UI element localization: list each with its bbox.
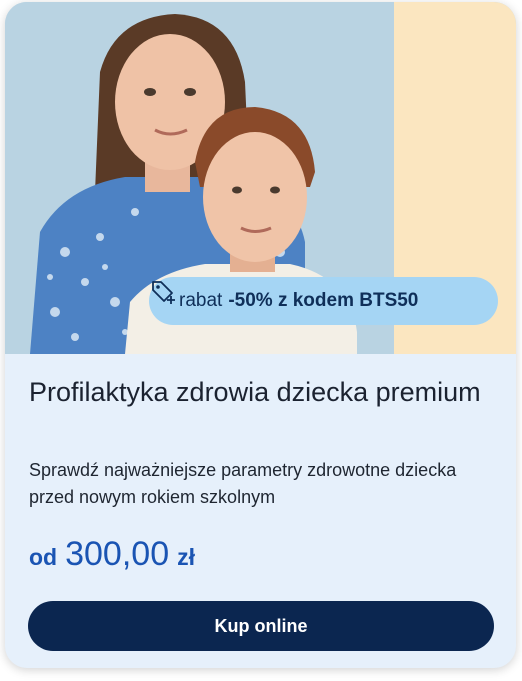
discount-label: rabat bbox=[179, 290, 223, 311]
buy-online-label: Kup online bbox=[214, 615, 308, 636]
discount-badge: rabat -50% z kodem BTS50 bbox=[149, 277, 498, 325]
discount-code: -50% z kodem BTS50 bbox=[228, 290, 419, 311]
product-title: Profilaktyka zdrowia dziecka premium bbox=[29, 377, 481, 407]
tag-plus-icon bbox=[152, 281, 175, 304]
price-currency: zł bbox=[177, 544, 195, 570]
price: od 300,00 zł bbox=[29, 535, 195, 574]
product-card[interactable]: rabat -50% z kodem BTS50 Profilaktyka zd… bbox=[5, 2, 516, 668]
price-prefix: od bbox=[29, 544, 58, 570]
buy-online-button[interactable]: Kup online bbox=[28, 601, 494, 651]
product-description: Sprawdź najważniejsze parametry zdrowotn… bbox=[29, 460, 457, 507]
price-amount: 300,00 bbox=[65, 535, 170, 573]
hero-photo: rabat -50% z kodem BTS50 bbox=[5, 2, 516, 354]
